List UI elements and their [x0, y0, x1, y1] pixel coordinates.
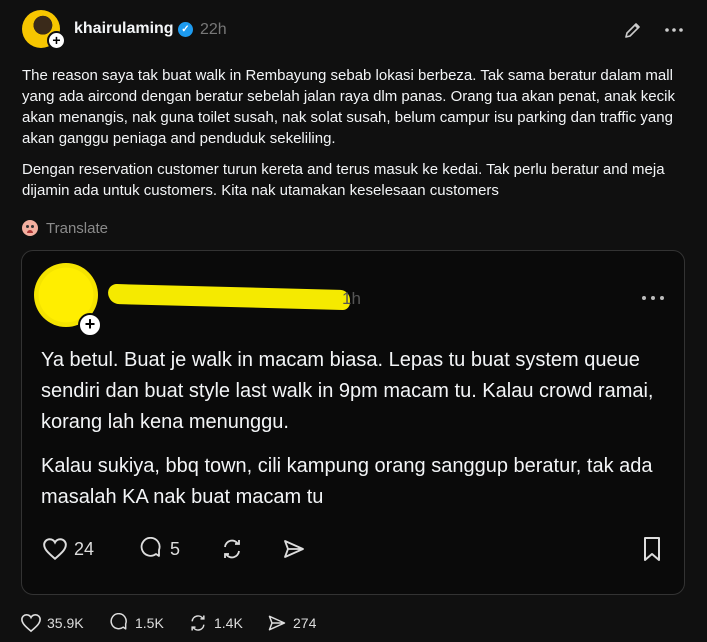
quoted-paragraph: Ya betul. Buat je walk in macam biasa. L… — [41, 349, 654, 433]
post-paragraph: The reason saya tak buat walk in Rembayu… — [22, 67, 675, 147]
send-icon — [268, 615, 286, 631]
repost-icon — [191, 615, 205, 631]
pleading-face-emoji-icon — [22, 220, 38, 236]
translate-row[interactable]: Translate — [22, 220, 108, 240]
post-paragraph: Dengan reservation customer turun kereta… — [22, 161, 665, 199]
send-icon — [284, 540, 304, 558]
reply-count: 5 — [170, 538, 181, 559]
quoted-post-body: Ya betul. Buat je walk in macam biasa. L… — [41, 345, 677, 526]
quoted-post-time: 1h — [342, 289, 361, 308]
quoted-post-card[interactable]: + 1h Ya betul. Buat je walk in macam bia… — [21, 250, 685, 595]
reply-icon — [140, 537, 161, 557]
edit-icon[interactable] — [623, 20, 643, 40]
like-count: 24 — [74, 538, 95, 559]
more-options-icon[interactable] — [640, 291, 666, 305]
repost-button[interactable] — [219, 535, 245, 563]
bookmark-icon[interactable] — [640, 535, 664, 563]
quoted-paragraph: Kalau sukiya, bbq town, cili kampung ora… — [41, 455, 653, 508]
post-body: The reason saya tak buat walk in Rembayu… — [22, 65, 687, 211]
translate-link[interactable]: Translate — [46, 220, 108, 237]
more-options-icon[interactable] — [663, 20, 685, 40]
heart-icon — [21, 613, 41, 633]
repost-button[interactable]: 1.4K — [187, 612, 243, 634]
repost-icon — [224, 539, 240, 559]
reply-icon — [110, 613, 127, 630]
verified-badge-icon: ✓ — [178, 22, 193, 37]
redacted-username — [107, 283, 351, 311]
reply-button[interactable]: 5 — [138, 535, 180, 563]
like-button[interactable]: 35.9K — [20, 612, 84, 634]
share-button[interactable]: 274 — [266, 612, 316, 634]
post-header: + khairulaming ✓ 22h — [22, 10, 685, 50]
reply-count: 1.5K — [135, 615, 164, 631]
repost-count: 1.4K — [214, 615, 243, 631]
username[interactable]: khairulaming — [74, 20, 174, 38]
follow-plus-icon[interactable]: + — [78, 313, 102, 337]
share-button[interactable] — [281, 535, 307, 563]
like-button[interactable]: 24 — [42, 535, 94, 563]
heart-icon — [43, 538, 67, 561]
share-count: 274 — [293, 615, 317, 631]
like-count: 35.9K — [47, 615, 84, 631]
quoted-action-bar: 24 5 — [38, 535, 668, 565]
post-time: 22h — [200, 21, 227, 38]
follow-plus-icon[interactable]: + — [47, 31, 66, 50]
reply-button[interactable]: 1.5K — [108, 612, 164, 634]
